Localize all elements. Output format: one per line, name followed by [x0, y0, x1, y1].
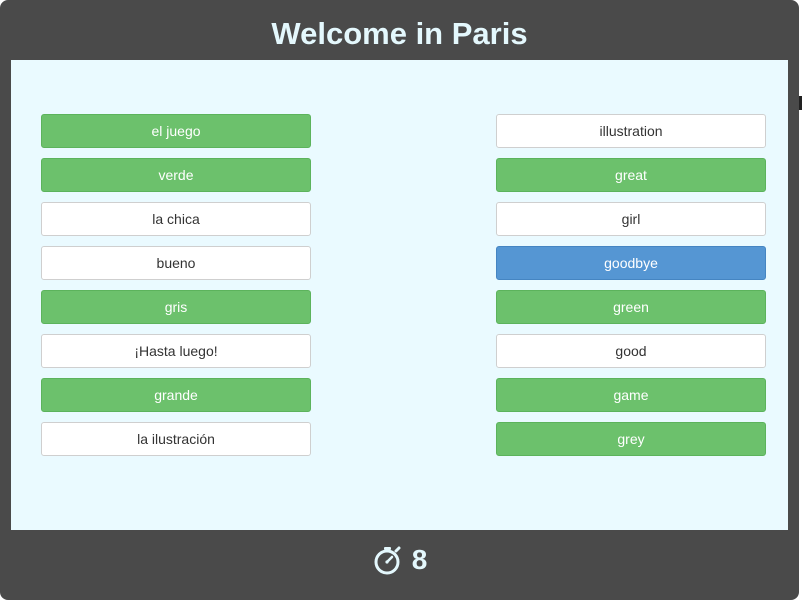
word-tile[interactable]: ¡Hasta luego!	[41, 334, 311, 368]
translation-tile[interactable]: green	[496, 290, 766, 324]
word-tile[interactable]: gris	[41, 290, 311, 324]
word-tile[interactable]: bueno	[41, 246, 311, 280]
translation-tile[interactable]: good	[496, 334, 766, 368]
translation-tile[interactable]: grey	[496, 422, 766, 456]
stopwatch-icon	[374, 546, 401, 575]
word-tile[interactable]: la chica	[41, 202, 311, 236]
matching-board: el juego verde la chica bueno gris ¡Hast…	[11, 60, 788, 530]
game-frame: Welcome in Paris el juego verde la chica…	[0, 0, 799, 600]
timer-bar: 8	[11, 530, 788, 590]
word-tile[interactable]: la ilustración	[41, 422, 311, 456]
translation-tile[interactable]: great	[496, 158, 766, 192]
translation-tile[interactable]: illustration	[496, 114, 766, 148]
page-title: Welcome in Paris	[271, 16, 528, 51]
timer-value: 8	[411, 544, 428, 575]
word-tile[interactable]: el juego	[41, 114, 311, 148]
translation-tile[interactable]: girl	[496, 202, 766, 236]
english-word-column: illustration great girl goodbye green go…	[496, 114, 766, 466]
spanish-word-column: el juego verde la chica bueno gris ¡Hast…	[41, 114, 311, 466]
word-tile[interactable]: grande	[41, 378, 311, 412]
translation-tile[interactable]: game	[496, 378, 766, 412]
translation-tile[interactable]: goodbye	[496, 246, 766, 280]
word-tile[interactable]: verde	[41, 158, 311, 192]
